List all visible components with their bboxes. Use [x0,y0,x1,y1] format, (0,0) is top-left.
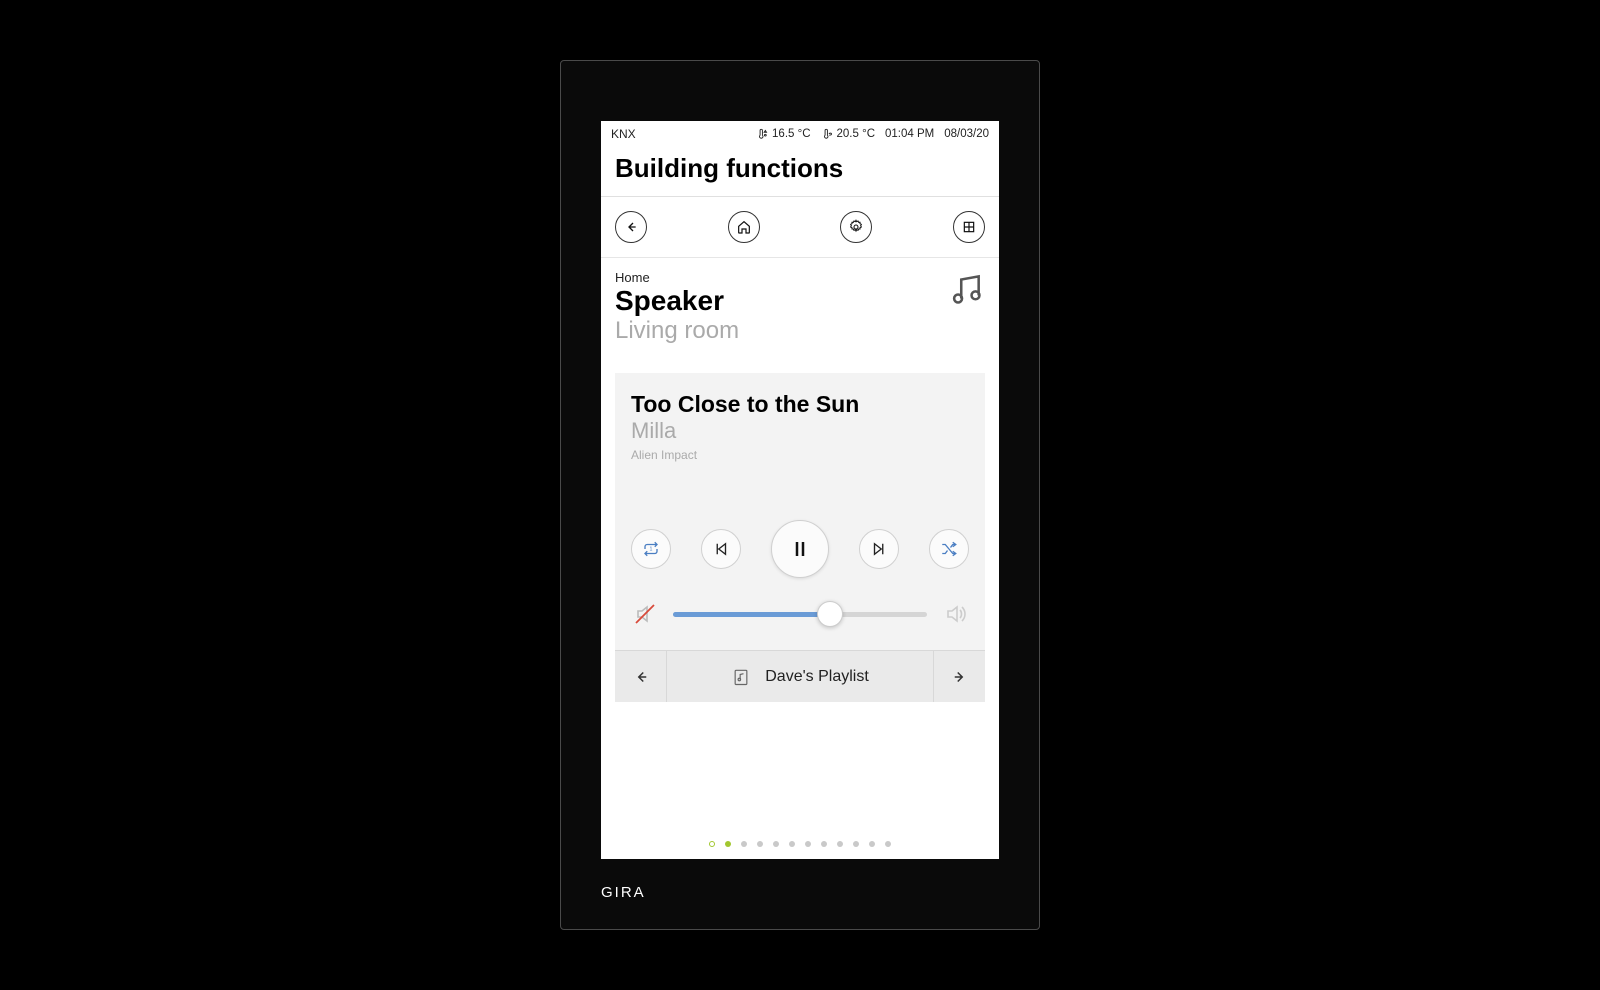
playlist-bar: Dave's Playlist [615,650,985,702]
playlist-prev-button[interactable] [615,651,667,702]
volume-mute-icon [633,602,657,626]
status-temp-outdoor: 16.5 °C [756,127,810,141]
music-icon [947,270,985,313]
repeat-one-icon: 1 [642,540,660,558]
volume-slider[interactable] [673,604,927,624]
breadcrumb: Home [615,270,739,285]
status-temp-indoor: 20.5 °C [821,127,875,141]
track-album: Alien Impact [631,448,969,462]
settings-button[interactable] [840,211,872,243]
page-dot[interactable] [773,841,779,847]
page-dot[interactable] [757,841,763,847]
page-dot[interactable] [837,841,843,847]
status-time: 01:04 PM [885,128,934,140]
shuffle-icon [940,540,958,558]
status-date: 08/03/20 [944,128,989,140]
playlist-label: Dave's Playlist [765,668,869,686]
track-artist: Milla [631,418,969,444]
volume-max-icon [941,600,969,628]
function-header: Home Speaker Living room [601,258,999,351]
shuffle-button[interactable] [929,529,969,569]
gear-icon [848,219,864,235]
grid-icon [961,219,977,235]
page-dot[interactable] [709,841,715,847]
device-frame: KNX 16.5 °C 20.5 °C 01:04 PM 08/03/20 Bu… [560,60,1040,930]
playlist-current[interactable]: Dave's Playlist [667,651,933,702]
next-button[interactable] [859,529,899,569]
page-indicator[interactable] [601,827,999,859]
arrow-right-icon [951,668,969,686]
previous-button[interactable] [701,529,741,569]
skip-back-icon [712,540,730,558]
back-button[interactable] [615,211,647,243]
nav-toolbar [601,197,999,258]
home-button[interactable] [728,211,760,243]
page-dot[interactable] [821,841,827,847]
grid-button[interactable] [953,211,985,243]
weather-indoor-icon [821,127,835,141]
function-title: Speaker [615,285,739,317]
repeat-button[interactable]: 1 [631,529,671,569]
function-subtitle: Living room [615,317,739,345]
status-system: KNX [611,127,636,141]
status-bar: KNX 16.5 °C 20.5 °C 01:04 PM 08/03/20 [601,121,999,145]
page-dot[interactable] [725,841,731,847]
playlist-icon [731,667,751,687]
track-title: Too Close to the Sun [631,391,969,418]
home-icon [736,219,752,235]
track-info: Too Close to the Sun Milla Alien Impact [615,373,985,468]
arrow-left-icon [623,219,639,235]
page-dot[interactable] [869,841,875,847]
volume-high-icon [943,602,967,626]
page-dot[interactable] [885,841,891,847]
page-title: Building functions [601,145,999,196]
screen: KNX 16.5 °C 20.5 °C 01:04 PM 08/03/20 Bu… [601,121,999,859]
arrow-left-icon [632,668,650,686]
playback-controls: 1 [615,468,985,586]
play-pause-button[interactable] [771,520,829,578]
volume-control [615,586,985,650]
playlist-next-button[interactable] [933,651,985,702]
page-dot[interactable] [741,841,747,847]
svg-text:1: 1 [650,547,653,553]
brand-logo: GIRA [601,884,646,901]
weather-outdoor-icon [756,127,770,141]
page-dot[interactable] [805,841,811,847]
page-dot[interactable] [853,841,859,847]
skip-forward-icon [870,540,888,558]
pause-icon [788,537,812,561]
page-dot[interactable] [789,841,795,847]
mute-button[interactable] [631,600,659,628]
player-card: Too Close to the Sun Milla Alien Impact … [615,373,985,702]
